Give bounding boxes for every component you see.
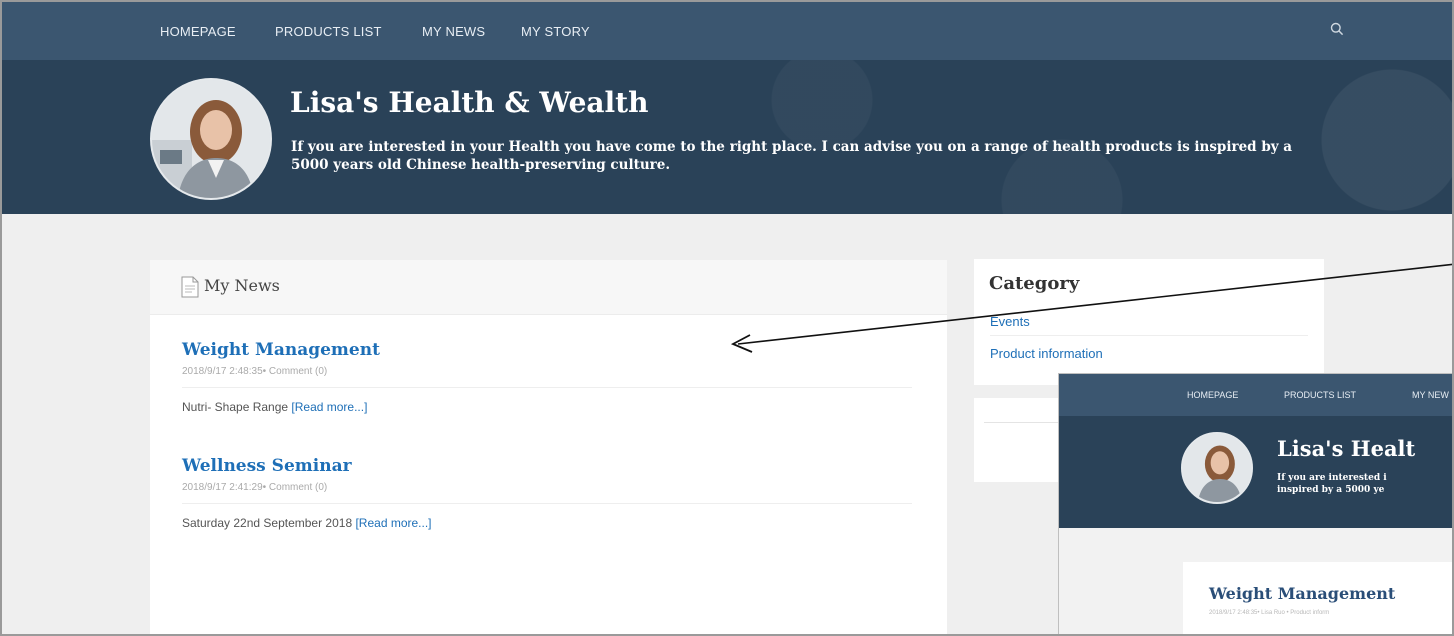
inset-nav-products-list: PRODUCTS LIST (1284, 390, 1357, 400)
news-article: Weight Management 2018/9/17 2:48:35• Com… (182, 340, 912, 414)
inset-site-description: If you are interested i inspired by a 50… (1277, 472, 1387, 496)
divider (990, 335, 1308, 336)
avatar (150, 78, 272, 200)
nav-my-news[interactable]: MY NEWS (422, 24, 485, 39)
category-heading: Category (989, 273, 1080, 294)
document-icon (181, 276, 199, 298)
inset-desc-line: If you are interested i (1277, 473, 1387, 483)
inset-screenshot: HOMEPAGE PRODUCTS LIST MY NEW Lisa's Hea… (1058, 373, 1452, 634)
news-panel: My News Weight Management 2018/9/17 2:48… (150, 260, 947, 634)
inset-navigation: HOMEPAGE PRODUCTS LIST MY NEW (1059, 374, 1452, 416)
site-title: Lisa's Health & Wealth (290, 86, 649, 119)
news-article: Wellness Seminar 2018/9/17 2:41:29• Comm… (182, 456, 912, 530)
category-panel: Category Events Product information (974, 259, 1324, 385)
article-meta: 2018/9/17 2:41:29• Comment (0) (182, 482, 912, 504)
article-meta: 2018/9/17 2:48:35• Comment (0) (182, 366, 912, 388)
search-icon[interactable] (1330, 22, 1344, 36)
inset-nav-my-news: MY NEW (1412, 390, 1449, 400)
category-link-product-information[interactable]: Product information (990, 346, 1103, 361)
browser-frame: HOMEPAGE PRODUCTS LIST MY NEWS MY STORY … (0, 0, 1454, 636)
read-more-link[interactable]: [Read more...] (291, 400, 367, 414)
nav-my-story[interactable]: MY STORY (521, 24, 590, 39)
read-more-link[interactable]: [Read more...] (355, 516, 431, 530)
nav-products-list[interactable]: PRODUCTS LIST (275, 24, 382, 39)
inset-article-card: Weight Management 2018/9/17 2:48:35• Lis… (1183, 562, 1452, 634)
news-heading: My News (204, 276, 280, 295)
inset-site-title: Lisa's Healt (1277, 436, 1416, 461)
inset-article-meta: 2018/9/17 2:48:35• Lisa Ruo • Product in… (1209, 610, 1330, 616)
site-description: If you are interested in your Health you… (291, 139, 1293, 173)
article-title[interactable]: Weight Management (182, 340, 912, 360)
article-summary-text: Saturday 22nd September 2018 (182, 516, 353, 530)
category-link-events[interactable]: Events (990, 314, 1030, 329)
article-summary: Nutri- Shape Range [Read more...] (182, 400, 912, 414)
inset-hero: Lisa's Healt If you are interested i ins… (1059, 416, 1452, 528)
hero-banner: Lisa's Health & Wealth If you are intere… (2, 60, 1452, 214)
article-summary: Saturday 22nd September 2018 [Read more.… (182, 516, 912, 530)
nav-homepage[interactable]: HOMEPAGE (160, 24, 236, 39)
article-title[interactable]: Wellness Seminar (182, 456, 912, 476)
inset-article-title: Weight Management (1209, 584, 1396, 603)
news-panel-header: My News (150, 260, 947, 315)
avatar (1181, 432, 1253, 504)
article-summary-text: Nutri- Shape Range (182, 400, 289, 414)
top-navigation: HOMEPAGE PRODUCTS LIST MY NEWS MY STORY (2, 2, 1452, 60)
inset-nav-homepage: HOMEPAGE (1187, 390, 1239, 400)
inset-desc-line: inspired by a 5000 ye (1277, 485, 1385, 495)
